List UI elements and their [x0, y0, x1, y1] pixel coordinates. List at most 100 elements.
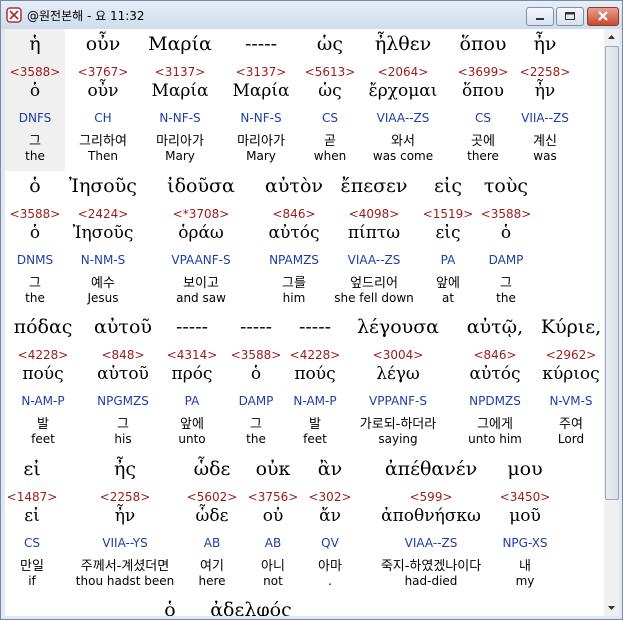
strong-number[interactable]: <3756>: [248, 490, 299, 504]
greek-word[interactable]: πόδας: [14, 316, 73, 338]
greek-word[interactable]: ὁ: [29, 175, 40, 197]
greek-word[interactable]: ὁ: [164, 599, 175, 616]
strong-number[interactable]: <2258>: [520, 65, 571, 79]
korean-gloss: 만일: [20, 559, 44, 574]
english-gloss: Then: [88, 149, 118, 163]
strong-number[interactable]: <5613>: [305, 65, 356, 79]
morphology-code: PA: [440, 253, 456, 267]
strong-number[interactable]: <3137>: [155, 65, 206, 79]
strong-number[interactable]: <3137>: [236, 65, 287, 79]
strong-number[interactable]: <846>: [473, 348, 516, 362]
english-gloss: unto him: [468, 432, 522, 446]
strong-number[interactable]: <1487>: [7, 490, 58, 504]
greek-word[interactable]: ὡς: [317, 33, 343, 55]
strong-number[interactable]: <846>: [272, 207, 315, 221]
close-button[interactable]: [587, 7, 619, 26]
strong-number[interactable]: <4314>: [167, 348, 218, 362]
strong-number[interactable]: <3588>: [10, 207, 61, 221]
greek-word[interactable]: εἰ: [23, 458, 40, 480]
minimize-button[interactable]: [526, 7, 554, 26]
strong-number[interactable]: <4228>: [18, 348, 69, 362]
strong-number[interactable]: <3588>: [231, 348, 282, 362]
lexical-form: ἦν: [114, 506, 136, 526]
greek-word[interactable]: αὐτοῦ: [94, 316, 152, 338]
greek-word[interactable]: μου: [507, 458, 542, 480]
english-gloss: Lord: [557, 432, 585, 446]
strong-number[interactable]: <4228>: [290, 348, 341, 362]
strong-number[interactable]: <302>: [308, 490, 351, 504]
english-gloss: Mary: [246, 149, 276, 163]
strong-number[interactable]: <2962>: [546, 348, 597, 362]
strong-number[interactable]: <1519>: [423, 207, 474, 221]
lexical-form: ὡς: [318, 81, 342, 101]
strong-number[interactable]: <3588>: [481, 207, 532, 221]
greek-word[interactable]: αὐτῷ,: [467, 316, 523, 338]
strong-number[interactable]: <2064>: [378, 65, 429, 79]
greek-word[interactable]: αὐτὸν: [265, 175, 323, 197]
english-gloss: my: [515, 574, 535, 588]
english-gloss: him: [282, 291, 306, 305]
strong-number[interactable]: <3588>: [10, 65, 61, 79]
english-gloss: feet: [303, 432, 327, 446]
strong-number[interactable]: <2424>: [78, 207, 129, 221]
morphology-code: N-NM-S: [80, 253, 126, 267]
english-gloss: she fell down: [334, 291, 414, 305]
lexical-form: ὁ: [29, 81, 41, 101]
strong-number[interactable]: <848>: [101, 348, 144, 362]
korean-gloss: 아니: [261, 559, 285, 574]
window-title: @원전본해 - 요 11:32: [27, 9, 145, 23]
english-gloss: the: [496, 291, 516, 305]
app-icon[interactable]: [6, 7, 22, 23]
maximize-button[interactable]: [556, 7, 584, 26]
morphology-code: DNFS: [18, 111, 52, 125]
strong-number[interactable]: <5602>: [187, 490, 238, 504]
strong-number[interactable]: <2258>: [100, 490, 151, 504]
title-bar[interactable]: @원전본해 - 요 11:32: [1, 1, 622, 29]
korean-gloss: 앞에: [180, 417, 204, 432]
greek-word[interactable]: ἰδοῦσα: [167, 175, 235, 197]
strong-number[interactable]: <*3708>: [173, 207, 230, 221]
greek-word[interactable]: Ἰησοῦς: [69, 175, 137, 197]
greek-word[interactable]: -----: [299, 316, 331, 338]
korean-gloss: 그: [29, 276, 41, 291]
korean-gloss: 마리아가: [156, 134, 204, 149]
strong-number[interactable]: <4098>: [349, 207, 400, 221]
greek-word[interactable]: ὅπου: [460, 33, 507, 55]
greek-word[interactable]: οὖν: [86, 33, 121, 55]
english-gloss: feet: [31, 432, 55, 446]
greek-word[interactable]: -----: [245, 33, 277, 55]
lexical-form: ἀποθνήσκω: [381, 506, 481, 526]
greek-word[interactable]: -----: [176, 316, 208, 338]
greek-word[interactable]: ἡ: [29, 33, 40, 55]
greek-word[interactable]: ἀδελφός: [210, 599, 292, 616]
greek-word[interactable]: ὧδε: [194, 458, 231, 480]
lexical-form: ὅπου: [462, 81, 504, 101]
greek-word[interactable]: ἀπέθανέν: [385, 458, 477, 480]
greek-word[interactable]: ἦς: [114, 458, 136, 480]
greek-word[interactable]: Κύριε,: [541, 316, 601, 338]
greek-word[interactable]: ἂν: [318, 458, 342, 480]
strong-number[interactable]: <3450>: [500, 490, 551, 504]
vertical-scrollbar[interactable]: [604, 29, 619, 616]
interlinear-panel[interactable]: ἡ <3588> ὁ DNFS 그 the οὖν <3767> οὖν CH 그리하여 Then Μα…: [5, 29, 604, 616]
strong-number[interactable]: <3004>: [373, 348, 424, 362]
scroll-thumb[interactable]: [605, 46, 619, 500]
greek-word[interactable]: λέγουσα: [357, 316, 439, 338]
greek-word[interactable]: ἦν: [534, 33, 557, 55]
lexical-form: αὐτός: [268, 223, 320, 243]
scroll-up-button[interactable]: [604, 29, 619, 45]
greek-word[interactable]: -----: [240, 316, 272, 338]
scroll-down-button[interactable]: [604, 600, 619, 616]
strong-number[interactable]: <3699>: [458, 65, 509, 79]
strong-number[interactable]: <3767>: [78, 65, 129, 79]
korean-gloss: 가로되-하더라: [359, 417, 437, 432]
greek-word[interactable]: ἦλθεν: [375, 33, 431, 55]
greek-word[interactable]: οὐκ: [256, 458, 291, 480]
strong-number[interactable]: <599>: [409, 490, 452, 504]
greek-word[interactable]: ἔπεσεν: [341, 175, 408, 197]
korean-gloss: 와서: [391, 134, 415, 149]
greek-word[interactable]: Μαρία: [148, 33, 212, 55]
greek-word[interactable]: εἰς: [434, 175, 462, 197]
greek-word[interactable]: τοὺς: [484, 175, 528, 197]
english-gloss: the: [246, 432, 266, 446]
